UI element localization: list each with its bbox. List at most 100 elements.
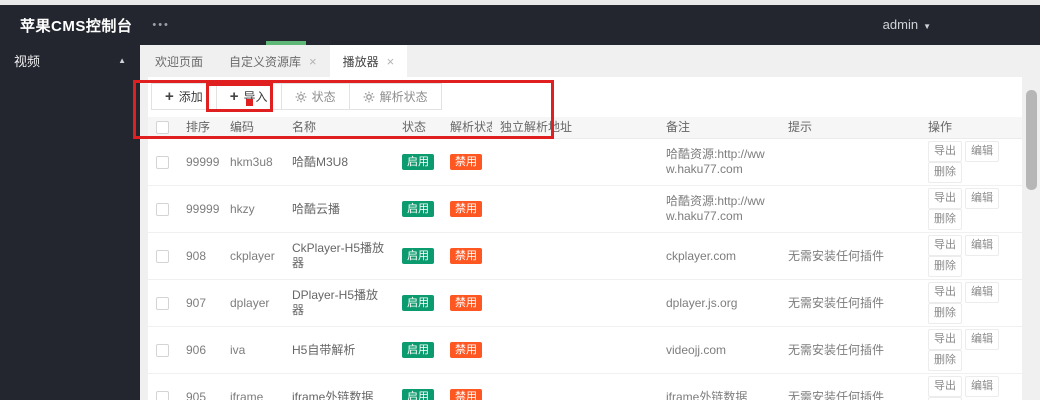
status-badge-disabled[interactable]: 禁用 xyxy=(450,201,482,217)
close-icon[interactable]: × xyxy=(387,55,395,68)
sidebar-item[interactable] xyxy=(0,76,140,101)
toolbar-button[interactable]: + 导入 xyxy=(215,83,282,110)
row-note: 哈酷资源:http://www.haku77.com xyxy=(666,194,765,223)
tab[interactable]: 播放器 × xyxy=(329,45,408,77)
sidebar-item[interactable] xyxy=(0,304,140,329)
table-body: 99999 hkm3u8 哈酷M3U8 启用 禁用 哈酷资源:http://ww… xyxy=(148,139,1022,400)
tab[interactable]: 欢迎页面 × xyxy=(142,45,216,77)
row-checkbox[interactable] xyxy=(156,296,169,310)
export-button[interactable]: 导出 xyxy=(928,141,962,162)
edit-button[interactable]: 编辑 xyxy=(965,329,999,350)
navbar-right-link[interactable] xyxy=(986,5,1008,45)
more-menu-icon[interactable]: ••• xyxy=(152,19,170,31)
toolbar-button[interactable]: + 添加 xyxy=(151,83,217,110)
status-badge-enabled[interactable]: 启用 xyxy=(402,201,434,217)
delete-button[interactable]: 删除 xyxy=(928,162,962,183)
status-badge-disabled[interactable]: 禁用 xyxy=(450,295,482,311)
row-checkbox[interactable] xyxy=(156,390,169,400)
export-button[interactable]: 导出 xyxy=(928,329,962,350)
column-header-name: 名称 xyxy=(292,120,317,134)
delete-button[interactable]: 删除 xyxy=(928,256,962,277)
export-button[interactable]: 导出 xyxy=(928,282,962,303)
sidebar-item[interactable] xyxy=(0,127,140,152)
row-tip xyxy=(780,160,920,164)
toolbar-button-label: 解析状态 xyxy=(379,90,428,104)
navbar-right-link[interactable] xyxy=(964,5,986,45)
sidebar-item[interactable] xyxy=(0,228,140,253)
edit-button[interactable]: 编辑 xyxy=(965,376,999,397)
sidebar-section-video[interactable]: 视频 ▲ xyxy=(0,45,140,76)
nav-menu-item[interactable] xyxy=(272,5,300,45)
nav-menu-item[interactable] xyxy=(244,5,272,45)
close-icon[interactable]: × xyxy=(309,55,317,68)
row-actions: 导出编辑删除 xyxy=(920,280,1022,326)
delete-button[interactable]: 删除 xyxy=(928,209,962,230)
row-code: hkzy xyxy=(230,201,255,216)
row-checkbox[interactable] xyxy=(156,249,169,263)
plus-icon: + xyxy=(165,88,174,105)
delete-button[interactable]: 删除 xyxy=(928,303,962,324)
export-button[interactable]: 导出 xyxy=(928,376,962,397)
sidebar-item[interactable] xyxy=(0,253,140,278)
status-badge-enabled[interactable]: 启用 xyxy=(402,154,434,170)
row-parse-status-cell: 禁用 xyxy=(442,152,492,172)
nav-menu-item[interactable] xyxy=(328,5,356,45)
toolbar-button[interactable]: + 状态 xyxy=(280,83,350,110)
row-checkbox-cell xyxy=(148,342,178,359)
status-badge-disabled[interactable]: 禁用 xyxy=(450,389,482,400)
sidebar-item[interactable] xyxy=(0,177,140,202)
nav-menu-item[interactable] xyxy=(384,5,412,45)
sidebar-item[interactable] xyxy=(0,152,140,177)
nav-menu-item[interactable] xyxy=(468,5,496,45)
nav-menu-item[interactable] xyxy=(412,5,440,45)
row-parse-status-cell: 禁用 xyxy=(442,199,492,219)
select-all-checkbox[interactable] xyxy=(156,121,169,134)
row-checkbox[interactable] xyxy=(156,155,169,169)
edit-button[interactable]: 编辑 xyxy=(965,282,999,303)
export-button[interactable]: 导出 xyxy=(928,188,962,209)
sidebar-item[interactable] xyxy=(0,101,140,126)
row-checkbox-cell xyxy=(148,389,178,400)
edit-button[interactable]: 编辑 xyxy=(965,141,999,162)
column-header-parse-address: 独立解析地址 xyxy=(500,120,573,134)
vertical-scrollbar[interactable] xyxy=(1026,90,1037,190)
row-parse-address xyxy=(492,254,658,258)
row-checkbox[interactable] xyxy=(156,343,169,357)
row-status-cell: 启用 xyxy=(394,199,442,219)
edit-button[interactable]: 编辑 xyxy=(965,188,999,209)
status-badge-enabled[interactable]: 启用 xyxy=(402,342,434,358)
navbar-right-link[interactable] xyxy=(1008,5,1030,45)
edit-button[interactable]: 编辑 xyxy=(965,235,999,256)
row-checkbox-cell xyxy=(148,154,178,171)
user-dropdown[interactable]: admin ▼ xyxy=(872,5,942,45)
status-badge-disabled[interactable]: 禁用 xyxy=(450,154,482,170)
status-badge-enabled[interactable]: 启用 xyxy=(402,248,434,264)
row-parse-status-cell: 禁用 xyxy=(442,387,492,400)
gear-icon xyxy=(295,91,307,103)
nav-menu-item[interactable] xyxy=(440,5,468,45)
status-badge-enabled[interactable]: 启用 xyxy=(402,295,434,311)
sidebar-item[interactable] xyxy=(0,355,140,380)
sidebar-item[interactable] xyxy=(0,380,140,400)
tab[interactable]: 自定义资源库 × xyxy=(216,45,330,77)
sidebar-item[interactable] xyxy=(0,329,140,354)
status-badge-enabled[interactable]: 启用 xyxy=(402,389,434,400)
nav-menu-item[interactable] xyxy=(216,5,244,45)
nav-menu-item[interactable] xyxy=(356,5,384,45)
toolbar-button[interactable]: + 解析状态 xyxy=(348,83,442,110)
row-actions: 导出编辑删除 xyxy=(920,327,1022,373)
delete-button[interactable]: 删除 xyxy=(928,350,962,371)
toolbar: + 添加 + 导入 + 状态 + 解析状态 xyxy=(148,77,1022,117)
navbar-right: admin ▼ xyxy=(872,5,1040,45)
nav-menu-item[interactable] xyxy=(188,5,216,45)
status-badge-disabled[interactable]: 禁用 xyxy=(450,248,482,264)
sidebar-item[interactable] xyxy=(0,279,140,304)
nav-menu-item[interactable] xyxy=(300,5,328,45)
sidebar-item[interactable] xyxy=(0,203,140,228)
row-checkbox[interactable] xyxy=(156,202,169,216)
status-badge-disabled[interactable]: 禁用 xyxy=(450,342,482,358)
navbar-right-link[interactable] xyxy=(942,5,964,45)
export-button[interactable]: 导出 xyxy=(928,235,962,256)
row-checkbox-cell xyxy=(148,295,178,312)
chevron-down-icon: ▼ xyxy=(923,22,931,31)
